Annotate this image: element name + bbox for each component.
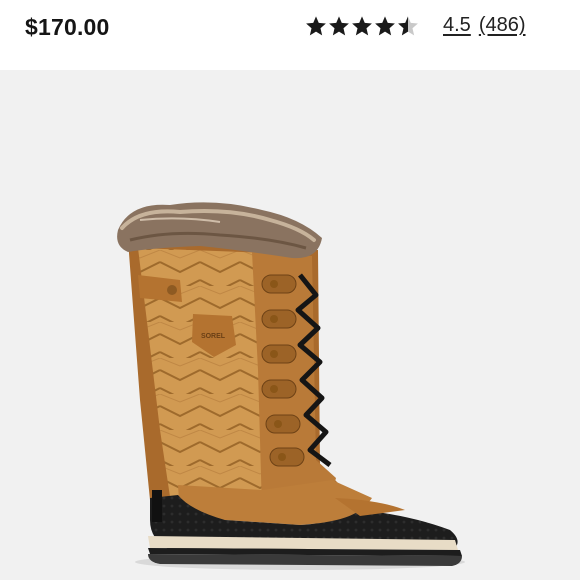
boot-illustration: SOREL bbox=[117, 202, 465, 570]
star-icon bbox=[329, 15, 349, 35]
svg-text:SOREL: SOREL bbox=[201, 333, 226, 340]
product-header: $170.00 4.5 (486) bbox=[0, 0, 580, 70]
star-icon bbox=[306, 15, 326, 35]
star-icon bbox=[375, 15, 395, 35]
rating-summary[interactable]: 4.5 (486) bbox=[305, 14, 526, 37]
review-count-link[interactable]: (486) bbox=[479, 14, 526, 37]
star-half-icon bbox=[398, 15, 418, 35]
product-image[interactable]: SOREL bbox=[0, 70, 580, 580]
rating-value-link[interactable]: 4.5 bbox=[443, 14, 471, 37]
star-icon bbox=[352, 15, 372, 35]
star-rating bbox=[305, 15, 419, 37]
product-price: $170.00 bbox=[25, 14, 110, 40]
